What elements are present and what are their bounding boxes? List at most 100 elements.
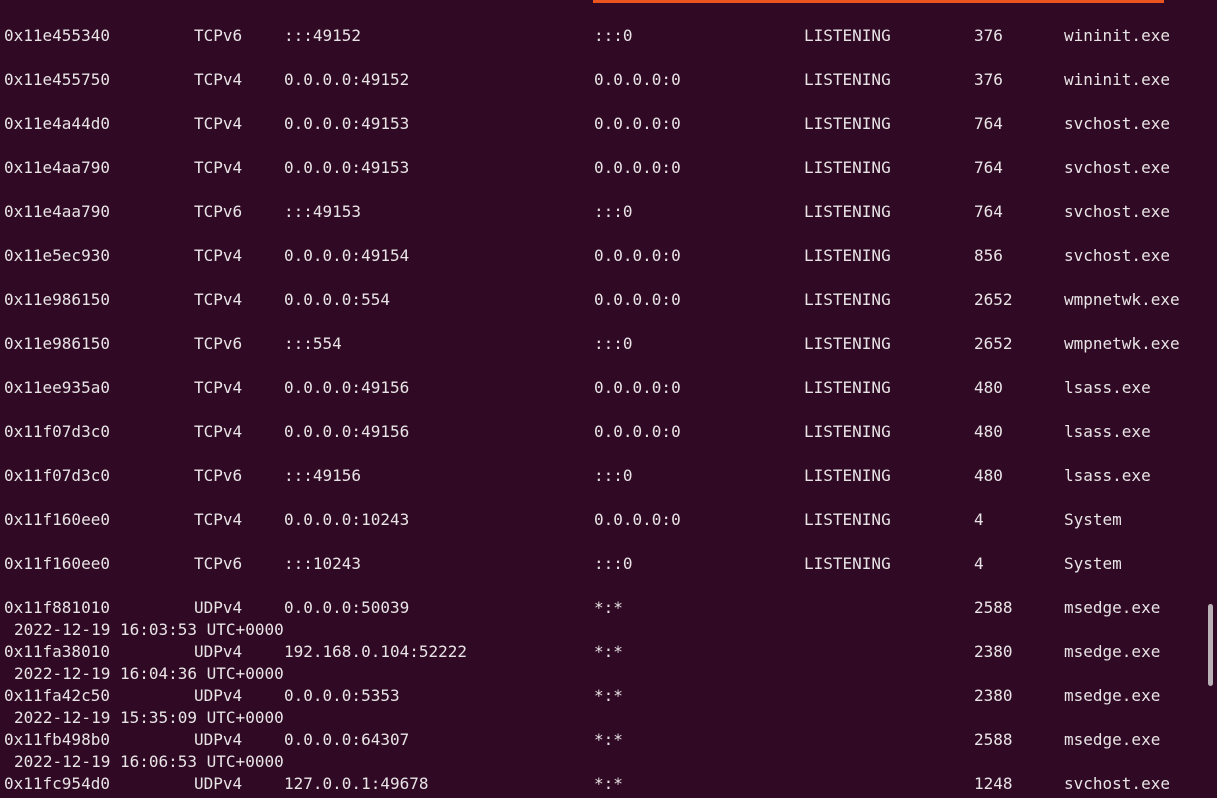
cell-pid: 2588	[974, 730, 1013, 749]
cell-offset: 0x11f160ee0	[4, 510, 110, 529]
cell-offset: 0x11fb498b0	[4, 730, 110, 749]
cell-local-address: 0.0.0.0:5353	[284, 686, 400, 705]
cell-foreign-address: :::0	[594, 466, 633, 485]
cell-offset: 0x11f07d3c0	[4, 466, 110, 485]
cell-created-timestamp: 2022-12-19 15:35:09 UTC+0000	[14, 708, 284, 727]
cell-local-address: 0.0.0.0:10243	[284, 510, 410, 529]
cell-owner: lsass.exe	[1064, 378, 1151, 397]
cell-protocol: UDPv4	[194, 774, 243, 793]
cell-pid: 2588	[974, 598, 1013, 617]
cell-protocol: UDPv4	[194, 642, 243, 661]
cell-offset: 0x11f160ee0	[4, 554, 110, 573]
cell-pid: 480	[974, 466, 1003, 485]
scrollbar-thumb[interactable]	[1208, 604, 1213, 686]
cell-owner: System	[1064, 554, 1122, 573]
cell-owner: msedge.exe	[1064, 730, 1161, 749]
cell-local-address: :::10243	[284, 554, 362, 573]
cell-owner: svchost.exe	[1064, 774, 1170, 793]
cell-offset: 0x11e455750	[4, 70, 110, 89]
cell-state: LISTENING	[804, 70, 891, 89]
cell-state: LISTENING	[804, 26, 891, 45]
cell-pid: 2652	[974, 334, 1013, 353]
cell-local-address: 0.0.0.0:49153	[284, 158, 410, 177]
cell-state: LISTENING	[804, 422, 891, 441]
cell-local-address: 0.0.0.0:49156	[284, 422, 410, 441]
cell-owner: svchost.exe	[1064, 158, 1170, 177]
cell-state: LISTENING	[804, 334, 891, 353]
cell-owner: wininit.exe	[1064, 70, 1170, 89]
cell-pid: 480	[974, 378, 1003, 397]
cell-pid: 764	[974, 158, 1003, 177]
cell-pid: 4	[974, 554, 984, 573]
active-tab-indicator	[593, 0, 1164, 3]
cell-pid: 764	[974, 202, 1003, 221]
cell-pid: 376	[974, 26, 1003, 45]
cell-state: LISTENING	[804, 510, 891, 529]
cell-protocol: TCPv6	[194, 202, 243, 221]
cell-local-address: 0.0.0.0:64307	[284, 730, 410, 749]
cell-foreign-address: 0.0.0.0:0	[594, 422, 681, 441]
cell-owner: msedge.exe	[1064, 686, 1161, 705]
cell-protocol: TCPv4	[194, 158, 243, 177]
cell-state: LISTENING	[804, 290, 891, 309]
cell-pid: 764	[974, 114, 1003, 133]
cell-protocol: TCPv6	[194, 334, 243, 353]
cell-state: LISTENING	[804, 378, 891, 397]
cell-pid: 1248	[974, 774, 1013, 793]
cell-protocol: TCPv4	[194, 114, 243, 133]
cell-local-address: :::49152	[284, 26, 362, 45]
cell-local-address: 0.0.0.0:49156	[284, 378, 410, 397]
cell-created-timestamp: 2022-12-19 16:03:53 UTC+0000	[14, 620, 284, 639]
cell-owner: svchost.exe	[1064, 202, 1170, 221]
cell-local-address: :::554	[284, 334, 342, 353]
cell-local-address: 0.0.0.0:49153	[284, 114, 410, 133]
cell-pid: 2380	[974, 686, 1013, 705]
cell-foreign-address: *:*	[594, 730, 623, 749]
cell-state: LISTENING	[804, 114, 891, 133]
cell-foreign-address: *:*	[594, 598, 623, 617]
cell-foreign-address: 0.0.0.0:0	[594, 70, 681, 89]
cell-owner: svchost.exe	[1064, 246, 1170, 265]
cell-offset: 0x11ee935a0	[4, 378, 110, 397]
cell-foreign-address: *:*	[594, 774, 623, 793]
cell-foreign-address: :::0	[594, 554, 633, 573]
cell-foreign-address: 0.0.0.0:0	[594, 114, 681, 133]
cell-state: LISTENING	[804, 466, 891, 485]
cell-pid: 376	[974, 70, 1003, 89]
cell-foreign-address: 0.0.0.0:0	[594, 510, 681, 529]
cell-protocol: TCPv4	[194, 378, 243, 397]
cell-offset: 0x11e4aa790	[4, 202, 110, 221]
cell-local-address: 0.0.0.0:49152	[284, 70, 410, 89]
cell-local-address: :::49153	[284, 202, 362, 221]
cell-foreign-address: 0.0.0.0:0	[594, 158, 681, 177]
cell-offset: 0x11e4aa790	[4, 158, 110, 177]
terminal-window[interactable]: 0x11e455340 TCPv6:::49152:::0 LISTENING 376…	[0, 0, 1217, 798]
cell-pid: 4	[974, 510, 984, 529]
cell-owner: msedge.exe	[1064, 642, 1161, 661]
cell-offset: 0x11e5ec930	[4, 246, 110, 265]
scrollbar[interactable]	[1203, 0, 1217, 798]
cell-owner: lsass.exe	[1064, 466, 1151, 485]
cell-state: LISTENING	[804, 554, 891, 573]
cell-offset: 0x11f881010	[4, 598, 110, 617]
cell-owner: System	[1064, 510, 1122, 529]
cell-foreign-address: :::0	[594, 26, 633, 45]
cell-local-address: 0.0.0.0:49154	[284, 246, 410, 265]
cell-owner: wmpnetwk.exe	[1064, 290, 1180, 309]
cell-foreign-address: 0.0.0.0:0	[594, 246, 681, 265]
cell-pid: 480	[974, 422, 1003, 441]
cell-offset: 0x11fa42c50	[4, 686, 110, 705]
cell-foreign-address: :::0	[594, 334, 633, 353]
cell-created-timestamp: 2022-12-19 16:06:53 UTC+0000	[14, 752, 284, 771]
cell-protocol: TCPv6	[194, 26, 243, 45]
cell-owner: lsass.exe	[1064, 422, 1151, 441]
cell-offset: 0x11f07d3c0	[4, 422, 110, 441]
cell-pid: 856	[974, 246, 1003, 265]
cell-offset: 0x11e4a44d0	[4, 114, 110, 133]
cell-protocol: TCPv4	[194, 246, 243, 265]
cell-protocol: TCPv4	[194, 510, 243, 529]
cell-offset: 0x11fc954d0	[4, 774, 110, 793]
cell-owner: svchost.exe	[1064, 114, 1170, 133]
cell-owner: wmpnetwk.exe	[1064, 334, 1180, 353]
cell-local-address: 127.0.0.1:49678	[284, 774, 429, 793]
